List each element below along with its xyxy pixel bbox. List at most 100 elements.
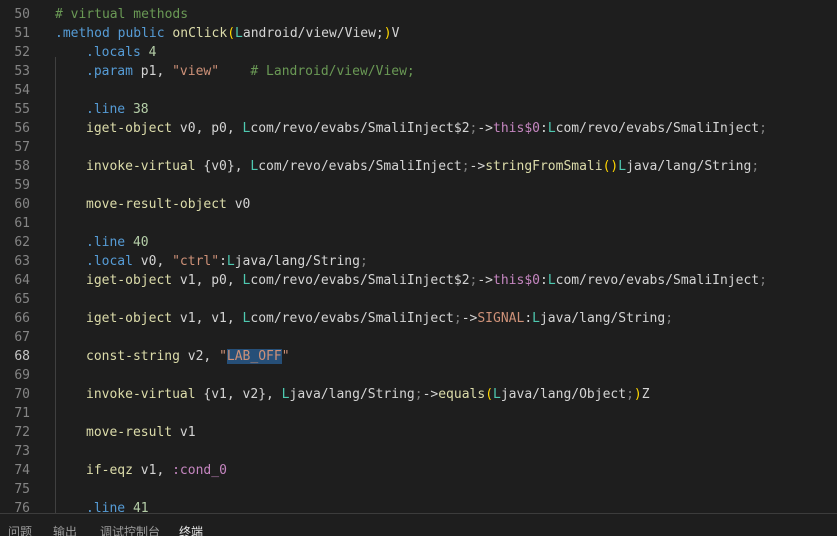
line-number: 74	[14, 463, 30, 478]
code-line[interactable]: 72 move-result v1	[0, 423, 837, 442]
code-token: )	[383, 26, 392, 41]
code-token: v1, p0,	[172, 273, 243, 288]
code-line[interactable]: 55 .line 38	[0, 100, 837, 119]
line-number: 53	[14, 64, 30, 79]
code-line[interactable]: 58 invoke-virtual {v0}, Lcom/revo/evabs/S…	[0, 157, 837, 176]
code-token: com/revo/evabs/SmaliInject	[555, 121, 760, 136]
code-token: java/lang/String	[289, 387, 415, 402]
code-line[interactable]: 61	[0, 214, 837, 233]
code-token: .line	[86, 102, 126, 117]
code-token: .locals	[86, 45, 141, 60]
code-token: v1,	[132, 463, 173, 478]
code-token: com/revo/evabs/SmaliInject	[258, 159, 462, 174]
code-token: iget-object	[86, 311, 173, 326]
code-line[interactable]: 56 iget-object v0, p0, Lcom/revo/evabs/Sm…	[0, 119, 837, 138]
tab-output[interactable]: 输出	[53, 523, 77, 536]
code-token: 40	[132, 235, 149, 250]
code-token: "ctrl"	[172, 254, 220, 269]
code-token: :	[524, 311, 533, 326]
code-text: .line 41	[86, 499, 149, 513]
code-token: (	[227, 26, 236, 41]
code-line[interactable]: 74 if-eqz v1, :cond_0	[0, 461, 837, 480]
code-token: "	[219, 349, 227, 364]
code-line[interactable]: 66 iget-object v1, v1, Lcom/revo/evabs/Sm…	[0, 309, 837, 328]
line-number: 73	[14, 444, 30, 459]
code-token: java/lang/Object	[500, 387, 627, 402]
code-token: ;	[414, 387, 423, 402]
code-line[interactable]: 51 .method public onClick(Landroid/view/V…	[0, 24, 837, 43]
code-token: invoke-virtual	[86, 387, 196, 402]
code-token: move-result-object	[86, 197, 227, 212]
code-token: iget-object	[86, 273, 173, 288]
code-token: v0, p0,	[172, 121, 243, 136]
code-token: L	[226, 254, 235, 269]
code-line[interactable]: 65	[0, 290, 837, 309]
code-token: # virtual methods	[55, 7, 189, 22]
code-token: ->	[477, 121, 494, 136]
code-token: ;	[626, 387, 634, 402]
code-text: invoke-virtual {v1, v2}, Ljava/lang/Stri…	[86, 385, 650, 404]
code-line[interactable]: 75	[0, 480, 837, 499]
code-line[interactable]: 52 .locals 4	[0, 43, 837, 62]
code-line[interactable]: 57	[0, 138, 837, 157]
code-line[interactable]: 59	[0, 176, 837, 195]
line-number: 61	[14, 216, 30, 231]
line-number: 51	[14, 26, 30, 41]
code-line[interactable]: 54	[0, 81, 837, 100]
code-token: ()	[602, 159, 619, 174]
code-token: 38	[132, 102, 149, 117]
code-token: this$0	[493, 121, 540, 136]
line-number: 76	[14, 501, 30, 513]
code-text: move-result-object v0	[86, 195, 250, 214]
code-line[interactable]: 53 .param p1, "view" # Landroid/view/View…	[0, 62, 837, 81]
code-line[interactable]: 76 .line 41	[0, 499, 837, 513]
code-line[interactable]: 71	[0, 404, 837, 423]
code-token: ->	[422, 387, 439, 402]
code-line[interactable]: 62 .line 40	[0, 233, 837, 252]
code-token: ;	[759, 121, 767, 136]
code-token: .line	[86, 501, 126, 513]
code-token: if-eqz	[86, 463, 133, 478]
code-token: move-result	[86, 425, 173, 440]
code-line[interactable]: 64 iget-object v1, p0, Lcom/revo/evabs/Sm…	[0, 271, 837, 290]
code-token: ;	[665, 311, 674, 326]
code-token: stringFromSmali	[485, 159, 603, 174]
code-line[interactable]: 50 # virtual methods	[0, 5, 837, 24]
code-token: 41	[132, 501, 149, 513]
code-line[interactable]: 63 .local v0, "ctrl":Ljava/lang/String;	[0, 252, 837, 271]
code-token: java/lang/String	[539, 311, 666, 326]
code-line[interactable]: 68 const-string v2, "LAB_OFF"	[0, 347, 837, 366]
code-text: move-result v1	[86, 423, 196, 442]
code-text: invoke-virtual {v0}, Lcom/revo/evabs/Sma…	[86, 157, 759, 176]
code-token: L	[532, 311, 540, 326]
code-token: v1, v1,	[172, 311, 243, 326]
line-number: 65	[14, 292, 30, 307]
code-token: L	[281, 387, 290, 402]
code-token: "	[281, 349, 290, 364]
code-line[interactable]: 73	[0, 442, 837, 461]
code-token: this$0	[493, 273, 540, 288]
code-text: const-string v2, "LAB_OFF"	[86, 347, 290, 366]
code-editor[interactable]: 50 # virtual methods 51 .method public onCl…	[0, 0, 837, 513]
tab-problems[interactable]: 问题	[8, 523, 32, 536]
code-token: .local	[86, 254, 133, 269]
code-token: public	[117, 26, 165, 41]
code-text: iget-object v0, p0, Lcom/revo/evabs/Smal…	[86, 119, 767, 138]
code-text: .param p1, "view" # Landroid/view/View;	[86, 62, 415, 81]
line-number: 59	[14, 178, 30, 193]
code-token: L	[547, 121, 556, 136]
code-text: .line 38	[86, 100, 149, 119]
code-token: com/revo/evabs/SmaliInject	[250, 311, 454, 326]
code-token: LAB_OFF	[226, 349, 282, 364]
tab-debug-console[interactable]: 调试控制台	[100, 523, 160, 536]
code-line[interactable]: 69	[0, 366, 837, 385]
code-line[interactable]: 70 invoke-virtual {v1, v2}, Ljava/lang/St…	[0, 385, 837, 404]
code-line[interactable]: 67	[0, 328, 837, 347]
tab-terminal[interactable]: 终端	[179, 523, 203, 536]
code-token: ->	[469, 159, 486, 174]
code-token: v2,	[179, 349, 220, 364]
code-line[interactable]: 60 move-result-object v0	[0, 195, 837, 214]
